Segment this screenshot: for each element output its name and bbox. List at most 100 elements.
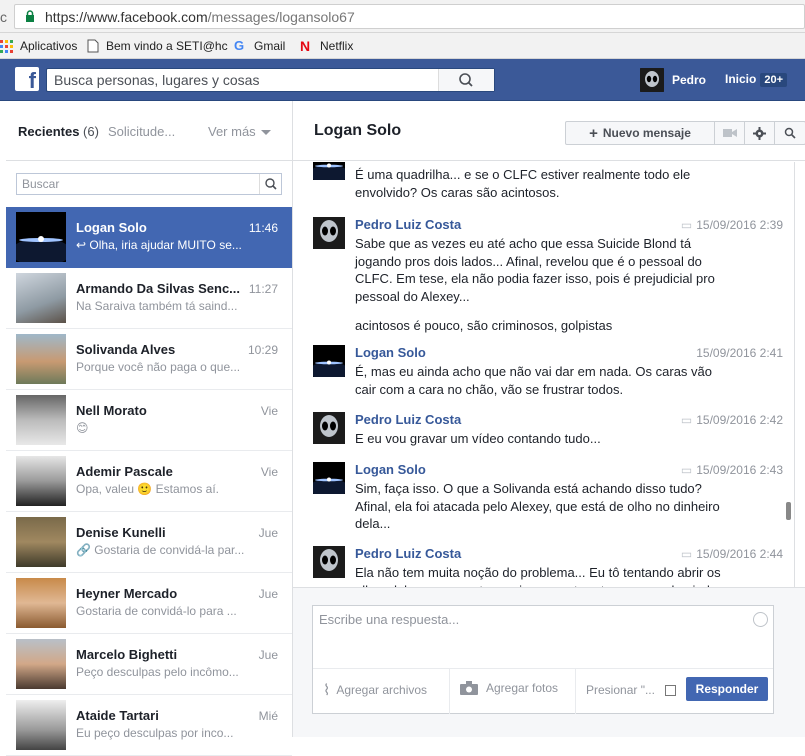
thread-list-header: Recientes (6) Solicitude... Ver más <box>6 101 292 161</box>
thread-item[interactable]: Solivanda Alves 10:29 Porque você não pa… <box>6 329 292 390</box>
gear-icon <box>753 126 766 140</box>
avatar <box>313 217 345 249</box>
conversation-search-button[interactable] <box>775 122 805 144</box>
press-enter-toggle[interactable]: Presionar "... <box>586 683 676 697</box>
bookmark-seti[interactable]: Bem vindo a SETI@hc <box>86 37 228 55</box>
thread-time: Vie <box>260 404 278 418</box>
tab-requests[interactable]: Solicitude... <box>108 124 175 139</box>
reply-area: Escribe una respuesta... ⌇ Agregar archi… <box>293 587 805 737</box>
message-author[interactable]: Pedro Luiz Costa <box>355 546 461 561</box>
thread-snippet: Eu peço desculpas por inco... <box>76 726 234 740</box>
message-body: É uma quadrilha... e se o CLFC estiver r… <box>355 167 691 200</box>
message-author[interactable]: Logan Solo <box>355 345 426 360</box>
message-author[interactable]: Logan Solo <box>355 462 426 477</box>
reply-icon: ▭ <box>680 218 693 232</box>
home-link[interactable]: Inicio 20+ <box>725 72 788 87</box>
avatar <box>16 395 66 445</box>
camera-icon <box>460 681 478 695</box>
thread-time: Vie <box>260 465 278 479</box>
url-field[interactable]: https://www.facebook.com/messages/logans… <box>14 4 805 29</box>
bookmark-netflix[interactable]: N Netflix <box>300 37 353 55</box>
divider <box>575 669 576 714</box>
video-call-button[interactable] <box>715 122 745 144</box>
conversation-header: Logan Solo + Nuevo mensaje <box>293 101 805 161</box>
emoji-icon[interactable] <box>753 612 768 627</box>
message: Logan Solo ▭ 15/09/2016 2:43 Sim, faça is… <box>313 462 783 537</box>
avatar <box>16 456 66 506</box>
notification-badge: 20+ <box>760 73 788 87</box>
thread-time: Jue <box>258 648 278 662</box>
reply-input[interactable]: Escribe una respuesta... <box>319 612 459 627</box>
avatar <box>640 68 664 92</box>
divider <box>449 669 450 714</box>
home-label: Inicio <box>725 72 757 86</box>
search-button[interactable] <box>259 174 281 194</box>
message: Pedro Luiz Costa ▭ 15/09/2016 2:39 Sabe q… <box>313 217 783 337</box>
avatar <box>16 700 66 750</box>
reply-icon: ▭ <box>680 413 693 427</box>
netflix-icon: N <box>300 38 311 54</box>
thread-search-input[interactable]: Buscar <box>16 173 282 195</box>
thread-item[interactable]: Logan Solo 11:46 ↩ Olha, iria ajudar MUI… <box>6 207 292 268</box>
bookmark-label: Netflix <box>320 39 354 53</box>
thread-snippet: 🔗 Gostaria de convidá-la par... <box>76 543 245 557</box>
message-list: É uma quadrilha... e se o CLFC estiver r… <box>293 162 793 587</box>
thread-time: Mié <box>258 709 278 723</box>
thread-time: Jue <box>258 526 278 540</box>
new-message-label: Nuevo mensaje <box>602 126 691 140</box>
avatar <box>313 546 345 578</box>
search-button[interactable] <box>438 69 494 91</box>
message-author[interactable]: Pedro Luiz Costa <box>355 412 461 427</box>
thread-item[interactable]: Nell Morato Vie 😊 <box>6 390 292 451</box>
search-icon <box>784 127 796 139</box>
message-timestamp: ▭ 15/09/2016 2:43 <box>680 463 783 477</box>
tab-more[interactable]: Ver más <box>208 124 271 139</box>
message: Pedro Luiz Costa ▭ 15/09/2016 2:44 Ela nã… <box>313 546 783 587</box>
message: É uma quadrilha... e se o CLFC estiver r… <box>313 162 783 204</box>
thread-snippet: Opa, valeu 🙂 Estamos aí. <box>76 482 220 496</box>
plus-icon: + <box>589 124 598 142</box>
thread-list-panel: Recientes (6) Solicitude... Ver más Busc… <box>6 101 293 756</box>
message-body: Ela não tem muita noção do problema... E… <box>355 565 721 587</box>
message-author[interactable]: Pedro Luiz Costa <box>355 217 461 232</box>
global-search-input[interactable]: Busca personas, lugares y cosas <box>46 68 495 92</box>
lock-icon <box>26 10 34 22</box>
alien-avatar-icon <box>313 217 345 249</box>
thread-item[interactable]: Marcelo Bighetti Jue Peço desculpas pelo… <box>6 634 292 695</box>
facebook-logo[interactable]: f <box>15 67 39 91</box>
browser-address-bar: c https://www.facebook.com/messages/loga… <box>0 0 805 33</box>
thread-name: Nell Morato <box>76 403 147 418</box>
search-icon <box>265 178 277 190</box>
thread-item[interactable]: Denise Kunelli Jue 🔗 Gostaria de convidá… <box>6 512 292 573</box>
thread-item[interactable]: Heyner Mercado Jue Gostaria de convidá-l… <box>6 573 292 634</box>
thread-item[interactable]: Ademir Pascale Vie Opa, valeu 🙂 Estamos … <box>6 451 292 512</box>
press-enter-checkbox[interactable] <box>664 684 676 696</box>
bookmark-gmail[interactable]: G Gmail <box>234 37 285 55</box>
bookmark-apps[interactable]: Aplicativos <box>0 37 77 55</box>
settings-button[interactable] <box>745 122 775 144</box>
search-placeholder: Busca personas, lugares y cosas <box>54 72 260 88</box>
thread-item[interactable]: Armando Da Silvas Senc... 11:27 Na Sarai… <box>6 268 292 329</box>
reply-button[interactable]: Responder <box>686 677 768 701</box>
profile-link[interactable]: Pedro <box>640 68 706 92</box>
attach-files-button[interactable]: ⌇ Agregar archivos <box>323 681 427 699</box>
message-scrollbar[interactable] <box>786 502 791 520</box>
reload-icon[interactable]: c <box>0 9 7 25</box>
bookmarks-bar: Aplicativos Bem vindo a SETI@hc G Gmail … <box>0 33 805 59</box>
user-name: Pedro <box>672 73 707 87</box>
reply-icon: ▭ <box>680 547 693 561</box>
conversation-panel: Logan Solo + Nuevo mensaje É uma quadril… <box>293 101 805 737</box>
url-text: https://www.facebook.com/messages/logans… <box>45 9 355 25</box>
planet-avatar-icon <box>313 345 345 377</box>
planet-avatar-icon <box>313 462 345 494</box>
bookmark-label: Aplicativos <box>20 39 78 53</box>
facebook-top-bar: f Busca personas, lugares y cosas Pedro … <box>0 59 805 101</box>
new-message-button[interactable]: + Nuevo mensaje <box>566 122 715 144</box>
thread-item[interactable]: Ataide Tartari Mié Eu peço desculpas por… <box>6 695 292 756</box>
tab-recent[interactable]: Recientes (6) <box>18 124 99 139</box>
thread-name: Armando Da Silvas Senc... <box>76 281 241 296</box>
add-photos-button[interactable]: Agregar fotos <box>460 681 558 695</box>
thread-snippet: 😊 <box>76 421 89 435</box>
message-timestamp: ▭ 15/09/2016 2:39 <box>680 218 783 232</box>
avatar <box>16 273 66 323</box>
